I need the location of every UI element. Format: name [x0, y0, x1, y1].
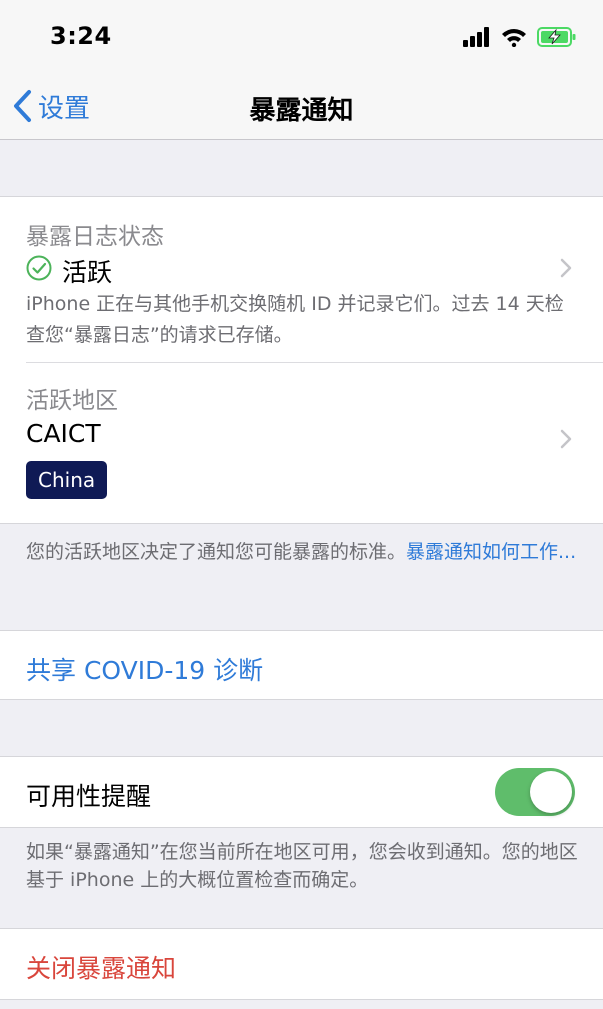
chevron-right-icon [560, 429, 572, 449]
active-region-label: 活跃地区 [26, 388, 118, 414]
status-group: 暴露日志状态 活跃 iPhone 正在与其他手机交换随机 ID 并记录它们。过去… [0, 196, 603, 524]
status-icons [463, 24, 577, 50]
disable-group: 关闭暴露通知 [0, 928, 603, 1000]
availability-footer-note: 如果“暴露通知”在您当前所在地区可用，您会收到通知。您的地区基于 iPhone … [26, 841, 578, 891]
availability-alerts-label: 可用性提醒 [26, 782, 152, 811]
region-badge: China [26, 461, 108, 499]
region-note-text: 您的活跃地区决定了通知您可能暴露的标准。 [26, 541, 407, 563]
exposure-log-status: 活跃 [62, 258, 113, 287]
page-title: 暴露通知 [249, 96, 354, 126]
active-region-cell[interactable]: 活跃地区 CAICT China [0, 363, 603, 523]
navigation-bar: 设置 暴露通知 [0, 72, 603, 140]
availability-alerts-toggle[interactable] [495, 768, 575, 816]
battery-charging-icon [537, 27, 576, 47]
share-diagnosis-button[interactable]: 共享 COVID-19 诊断 [26, 651, 263, 687]
how-it-works-link[interactable]: 暴露通知如何工作... [406, 541, 576, 563]
wifi-icon [502, 29, 526, 47]
status-time: 3:24 [50, 22, 112, 50]
chevron-right-icon [560, 258, 572, 278]
toggle-knob [530, 771, 572, 813]
availability-group: 可用性提醒 [0, 756, 603, 828]
exposure-log-label: 暴露日志状态 [26, 224, 164, 250]
region-footer-note: 您的活跃地区决定了通知您可能暴露的标准。暴露通知如何工作... [26, 538, 581, 566]
checkmark-circle-icon [26, 255, 52, 281]
turn-off-exposure-notifications-button[interactable]: 关闭暴露通知 [26, 949, 176, 985]
cellular-signal-icon [463, 27, 489, 47]
active-region-value: CAICT [26, 419, 101, 448]
exposure-log-cell[interactable]: 暴露日志状态 活跃 iPhone 正在与其他手机交换随机 ID 并记录它们。过去… [0, 197, 603, 362]
share-group: 共享 COVID-19 诊断 [0, 630, 603, 700]
status-bar: 3:24 [0, 0, 603, 72]
exposure-log-description: iPhone 正在与其他手机交换随机 ID 并记录它们。过去 14 天检查您“暴… [26, 293, 564, 346]
